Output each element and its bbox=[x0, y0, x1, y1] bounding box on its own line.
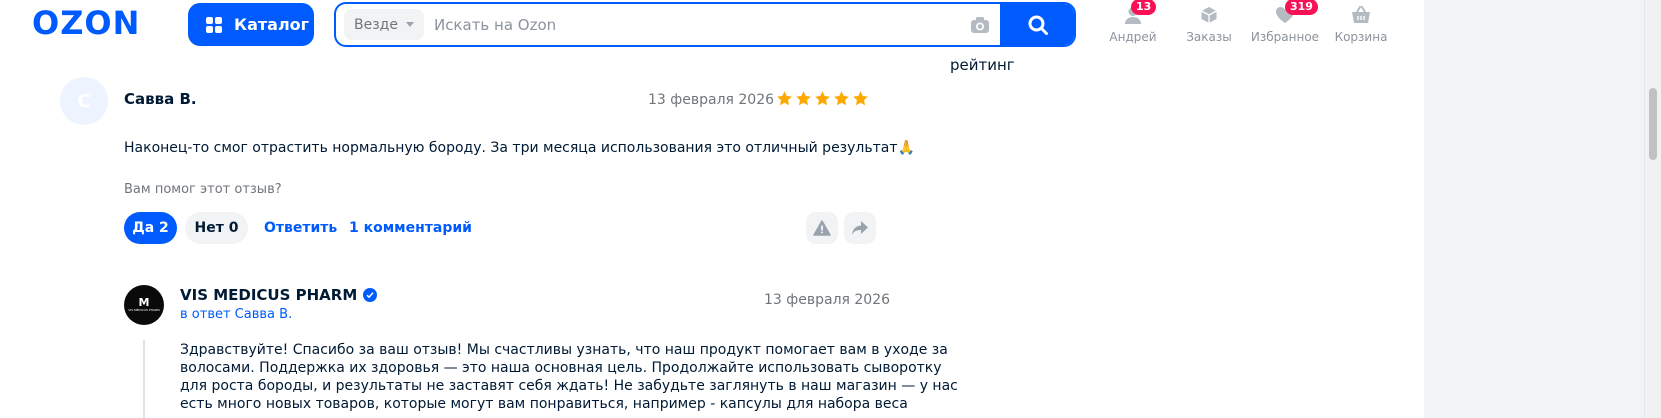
helpful-question: Вам помог этот отзыв? bbox=[124, 182, 282, 197]
seller-logo-text: VIS MEDICUS PHARM bbox=[128, 308, 160, 312]
catalog-label: Каталог bbox=[234, 15, 310, 34]
seller-reply-line: для роста бороды, и результаты не застав… bbox=[180, 378, 958, 394]
grid-icon bbox=[206, 16, 222, 33]
star-icon bbox=[777, 91, 792, 106]
chevron-down-icon bbox=[405, 22, 414, 27]
review-text: Наконец-то смог отрастить нормальную бор… bbox=[124, 140, 915, 156]
basket-icon bbox=[1349, 4, 1373, 26]
scrollbar-thumb[interactable] bbox=[1649, 88, 1657, 160]
star-icon bbox=[815, 91, 830, 106]
warning-icon bbox=[813, 220, 831, 236]
catalog-button[interactable]: Каталог bbox=[188, 3, 314, 46]
nav-profile-label: Андрей bbox=[1109, 30, 1157, 44]
comments-link[interactable]: 1 комментарий bbox=[349, 220, 472, 236]
helpful-no-button[interactable]: Нет 0 bbox=[185, 212, 248, 244]
search-input[interactable] bbox=[423, 4, 960, 45]
search-icon bbox=[1028, 15, 1048, 35]
share-button[interactable] bbox=[844, 212, 876, 244]
thread-line bbox=[143, 340, 145, 418]
seller-reply-line: волосами. Поддержка их здоровья — это на… bbox=[180, 360, 942, 376]
ozon-logo[interactable]: OZON bbox=[32, 4, 141, 42]
report-button[interactable] bbox=[806, 212, 838, 244]
avatar-letter: С bbox=[77, 90, 91, 112]
camera-search-icon[interactable] bbox=[960, 5, 1000, 45]
rating-heading-fragment: рейтинг bbox=[950, 56, 1015, 74]
seller-logo-mark: M bbox=[138, 296, 150, 309]
in-reply-to-link[interactable]: в ответ Савва В. bbox=[180, 307, 292, 322]
nav-cart[interactable]: Корзина bbox=[1326, 4, 1396, 44]
seller-reply-text: Здравствуйте! Спасибо за ваш отзыв! Мы с… bbox=[180, 341, 958, 413]
seller-reply-line: Здравствуйте! Спасибо за ваш отзыв! Мы с… bbox=[180, 342, 948, 358]
search-button[interactable] bbox=[1000, 4, 1074, 45]
star-icon bbox=[796, 91, 811, 106]
nav-cart-label: Корзина bbox=[1334, 30, 1388, 44]
right-background bbox=[1424, 0, 1644, 418]
page-scrollbar[interactable] bbox=[1644, 0, 1661, 418]
seller-name-text: VIS MEDICUS PHARM bbox=[180, 286, 358, 304]
favorites-badge: 319 bbox=[1285, 0, 1318, 15]
profile-badge: 13 bbox=[1131, 0, 1157, 15]
star-icon bbox=[853, 91, 868, 106]
logo-text: OZON bbox=[32, 4, 141, 42]
share-icon bbox=[852, 221, 868, 235]
rating-stars bbox=[776, 90, 869, 107]
page: OZON Каталог Везде Искать на Ozon 13 Анд… bbox=[0, 0, 1661, 418]
nav-favorites-label: Избранное bbox=[1250, 30, 1320, 44]
nav-favorites[interactable]: 319 Избранное bbox=[1250, 0, 1320, 44]
review-author[interactable]: Савва В. bbox=[124, 90, 197, 108]
nav-orders-label: Заказы bbox=[1186, 30, 1232, 44]
reply-link[interactable]: Ответить bbox=[264, 220, 337, 236]
review-date: 13 февраля 2026 bbox=[648, 92, 775, 108]
seller-reply-line: есть много новых товаров, которые могут … bbox=[180, 396, 908, 412]
nav-profile[interactable]: 13 Андрей bbox=[1098, 0, 1168, 44]
nav-orders[interactable]: Заказы bbox=[1174, 4, 1244, 44]
seller-name[interactable]: VIS MEDICUS PHARM bbox=[180, 286, 378, 304]
search-scope-value: Везде bbox=[354, 16, 398, 33]
seller-logo: M VIS MEDICUS PHARM bbox=[124, 285, 164, 325]
heart-icon: 319 bbox=[1273, 0, 1318, 26]
search-bar: Везде bbox=[334, 2, 1076, 47]
box-icon bbox=[1197, 4, 1221, 26]
star-icon bbox=[834, 91, 849, 106]
header: OZON Каталог Везде Искать на Ozon 13 Анд… bbox=[0, 0, 1424, 53]
helpful-yes-button[interactable]: Да 2 bbox=[124, 212, 177, 244]
search-scope-select[interactable]: Везде bbox=[344, 9, 424, 40]
seller-reply-date: 13 февраля 2026 bbox=[764, 292, 891, 308]
user-icon: 13 bbox=[1121, 0, 1157, 26]
main-content: OZON Каталог Везде Искать на Ozon 13 Анд… bbox=[0, 0, 1424, 418]
avatar: С bbox=[60, 77, 108, 125]
verified-icon bbox=[363, 288, 378, 302]
